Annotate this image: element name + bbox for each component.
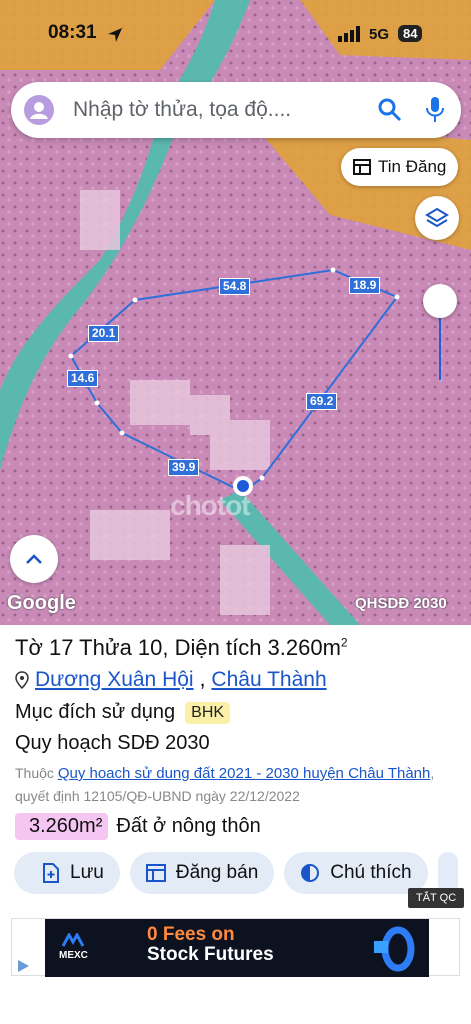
vertex-dot [394, 294, 400, 300]
note-prefix: Thuộc [15, 765, 54, 781]
vertex-dot [68, 353, 74, 359]
expand-up-button[interactable] [10, 535, 58, 583]
ad-headline-2: Stock Futures [147, 944, 274, 965]
vertex-dot [259, 475, 265, 481]
layer-name: QHSDĐ 2030 [355, 595, 447, 612]
edge-label-bottom: 39.9 [168, 459, 200, 476]
battery-level: 84 [398, 25, 423, 42]
save-button[interactable]: Lưu [14, 852, 120, 894]
vertex-dot [94, 400, 100, 406]
app-root: chotot 54.8 18.9 20.1 14.6 69.2 39.9 08:… [0, 0, 471, 1024]
opacity-slider-thumb[interactable] [423, 284, 457, 318]
tin-dang-button[interactable]: Tin Đăng [341, 148, 459, 186]
comma: , [199, 668, 206, 691]
status-bar: 08:31 5G 84 [0, 0, 471, 54]
save-label: Lưu [70, 862, 104, 883]
signal-icon [338, 26, 360, 42]
contrast-icon [301, 864, 320, 882]
parcel-title-text: Tờ 17 Thửa 10, Diện tích 3.260m [15, 635, 341, 660]
layers-button[interactable] [415, 196, 459, 240]
purpose-label: Mục đích sử dụng [15, 701, 176, 723]
search-input[interactable] [73, 94, 363, 126]
tin-dang-label: Tin Đăng [378, 157, 447, 176]
chevron-up-icon [26, 554, 42, 564]
search-bar[interactable] [11, 82, 461, 138]
legend-label: Chú thích [330, 862, 412, 883]
action-bar: Lưu Đăng bán Chú thích [14, 852, 458, 894]
pin-icon [15, 671, 29, 689]
status-time: 08:31 [48, 22, 97, 43]
microphone-icon[interactable] [424, 95, 446, 125]
edge-label-left-lower: 14.6 [67, 370, 99, 387]
plan-note: Thuộc Quy hoach sử dung đất 2021 - 2030 … [15, 762, 455, 807]
vertex-dot [119, 430, 125, 436]
legend-button[interactable]: Chú thích [284, 852, 428, 894]
network-type: 5G [369, 26, 390, 43]
vertex-dot [132, 297, 138, 303]
vertex-dot [330, 267, 336, 273]
district-link[interactable]: Châu Thành [211, 668, 326, 692]
zero-graphic-icon [374, 926, 415, 972]
google-logo: Google [7, 592, 76, 614]
post-sale-button[interactable]: Đăng bán [129, 852, 275, 894]
area-row: 3.260m² Đất ở nông thôn [15, 813, 261, 840]
parcel-title: Tờ 17 Thửa 10, Diện tích 3.260m2 [15, 635, 348, 661]
parcel-title-sup: 2 [340, 635, 348, 650]
post-sale-label: Đăng bán [175, 862, 259, 883]
edge-label-right: 69.2 [306, 393, 338, 410]
ad-headline: 0 Fees on Stock Futures [147, 925, 274, 965]
user-icon [30, 102, 48, 119]
edge-label-left-upper: 20.1 [88, 325, 120, 342]
layers-icon [425, 207, 449, 228]
mexc-logo-icon [62, 931, 85, 947]
area-type: Đất ở nông thôn [116, 815, 261, 837]
save-file-icon [43, 863, 59, 883]
ad-brand: MEXC [59, 931, 88, 961]
edge-label-top: 54.8 [219, 278, 251, 295]
map-view[interactable]: chotot 54.8 18.9 20.1 14.6 69.2 39.9 08:… [0, 0, 471, 625]
plan-label: Quy hoạch SDĐ 2030 [15, 732, 210, 754]
ad-headline-1: 0 Fees on [147, 924, 235, 945]
ad-choices-icon[interactable] [16, 959, 30, 973]
listing-icon [353, 159, 371, 175]
avatar[interactable] [24, 95, 54, 125]
search-icon[interactable] [377, 97, 403, 123]
area-chip: 3.260m² [15, 813, 109, 840]
edge-label-top-right: 18.9 [349, 277, 381, 294]
close-ad-button[interactable]: TẮT QC [408, 888, 465, 908]
location-row: Dương Xuân Hội, Châu Thành [15, 668, 327, 692]
location-arrow-icon [108, 28, 122, 42]
watermark: chotot [170, 490, 251, 521]
info-sheet: Tờ 17 Thửa 10, Diện tích 3.260m2 Dương X… [0, 625, 471, 1024]
purpose-row: Mục đích sử dụng BHK [15, 701, 231, 724]
ad-banner[interactable]: MEXC 0 Fees on Stock Futures [11, 918, 460, 977]
plan-link[interactable]: Quy hoach sử dung đất 2021 - 2030 huyện … [58, 765, 431, 782]
ad-brand-label: MEXC [59, 950, 88, 961]
ad-content[interactable]: MEXC 0 Fees on Stock Futures [45, 919, 429, 977]
commune-link[interactable]: Dương Xuân Hội [35, 668, 194, 692]
purpose-badge: BHK [185, 701, 231, 724]
listing-icon [145, 864, 166, 882]
